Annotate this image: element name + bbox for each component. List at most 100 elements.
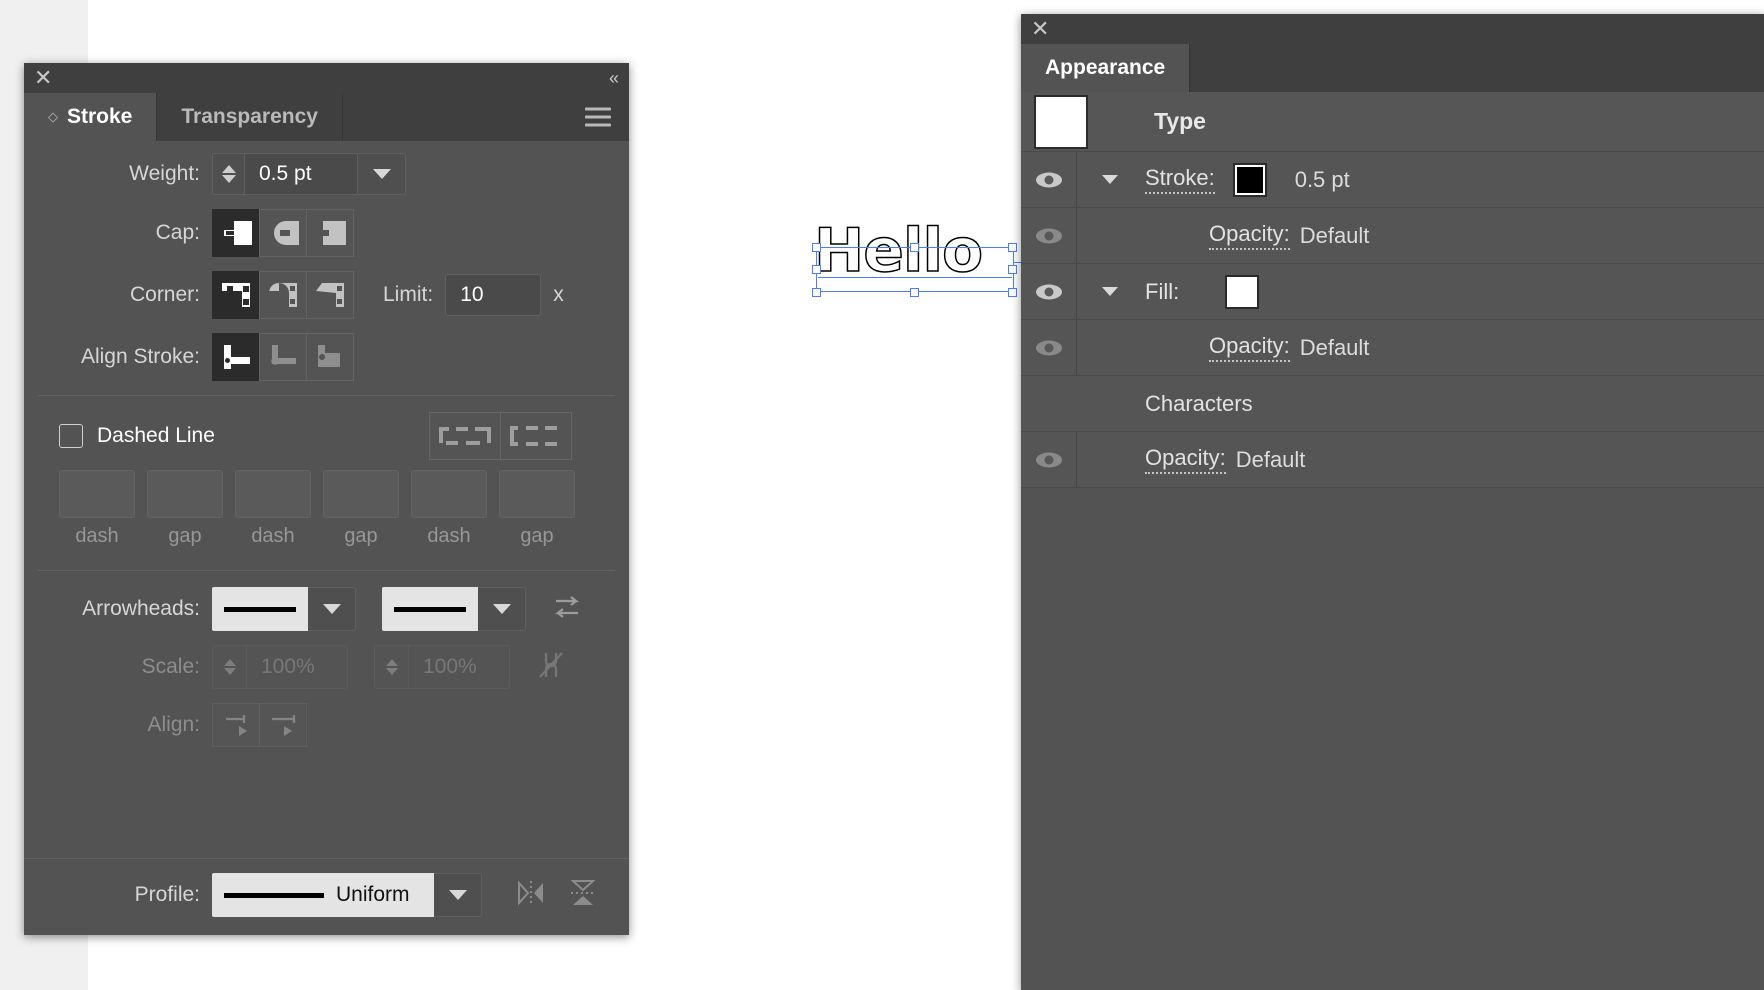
dash-field-3[interactable]: gap <box>323 470 399 548</box>
appearance-row-stroke[interactable]: Stroke: 0.5 pt <box>1021 152 1764 208</box>
fill-disclosure-toggle[interactable] <box>1091 287 1129 296</box>
stroke-visibility-toggle[interactable] <box>1021 152 1077 207</box>
profile-preview[interactable]: Uniform <box>212 873 434 917</box>
arrowhead-start-dropdown[interactable] <box>308 587 356 631</box>
scale-start-stepper[interactable]: 100% <box>212 645 348 689</box>
flip-across-icon[interactable] <box>516 878 546 913</box>
appearance-row-fill-opacity[interactable]: Opacity: Default <box>1021 320 1764 376</box>
fill-color-swatch[interactable] <box>1225 274 1260 309</box>
selection-handle-ml[interactable] <box>812 265 821 274</box>
butt-cap-icon[interactable] <box>212 209 260 257</box>
bevel-join-icon[interactable] <box>306 271 354 319</box>
close-icon[interactable]: ✕ <box>1031 18 1049 40</box>
object-opacity-label[interactable]: Opacity: <box>1145 445 1226 474</box>
extend-beyond-end-icon[interactable] <box>212 703 260 747</box>
selection-handle-br[interactable] <box>1008 288 1017 297</box>
appearance-target-row[interactable]: Type <box>1021 92 1764 152</box>
stroke-opacity-visibility-toggle[interactable] <box>1021 208 1077 263</box>
arrowhead-end-dropdown[interactable] <box>478 587 526 631</box>
projecting-cap-icon[interactable] <box>306 209 354 257</box>
dash-field-1[interactable]: gap <box>147 470 223 548</box>
appearance-row-stroke-opacity[interactable]: Opacity: Default <box>1021 208 1764 264</box>
scale-start-input[interactable]: 100% <box>246 645 348 689</box>
stroke-panel[interactable]: ✕ « ◇ Stroke Transparency Weight: 0.5 pt… <box>24 63 629 935</box>
arrowhead-end-preview[interactable] <box>382 587 478 631</box>
tab-transparency[interactable]: Transparency <box>157 93 343 141</box>
dash-input-3[interactable] <box>323 470 399 518</box>
fill-visibility-toggle[interactable] <box>1021 264 1077 319</box>
align-stroke-button-group[interactable] <box>212 333 354 381</box>
dash-input-5[interactable] <box>499 470 575 518</box>
close-icon[interactable]: ✕ <box>34 67 52 89</box>
place-at-end-icon[interactable] <box>259 703 307 747</box>
stroke-row-label[interactable]: Stroke: <box>1145 165 1215 194</box>
swap-arrowheads-icon[interactable] <box>552 592 582 627</box>
fill-row-label[interactable]: Fill: <box>1145 279 1179 305</box>
arrowhead-end-select[interactable] <box>382 587 526 631</box>
scale-end-stepper[interactable]: 100% <box>374 645 510 689</box>
stroke-color-swatch[interactable] <box>1232 162 1267 197</box>
fill-opacity-label[interactable]: Opacity: <box>1209 333 1290 362</box>
object-opacity-visibility-toggle[interactable] <box>1021 432 1077 487</box>
dash-input-4[interactable] <box>411 470 487 518</box>
spin-down-icon[interactable] <box>221 175 236 183</box>
cap-button-group[interactable] <box>212 209 354 257</box>
selection-handle-bc[interactable] <box>910 288 919 297</box>
fill-opacity-visibility-toggle[interactable] <box>1021 320 1077 375</box>
profile-dropdown[interactable] <box>434 873 482 917</box>
weight-spin-arrows[interactable] <box>213 154 245 194</box>
spin-up-icon[interactable] <box>221 165 236 173</box>
selection-handle-tr[interactable] <box>1008 243 1017 252</box>
characters-label[interactable]: Characters <box>1145 391 1253 417</box>
tab-stroke[interactable]: ◇ Stroke <box>24 93 158 141</box>
weight-stepper[interactable]: 0.5 pt <box>212 153 358 195</box>
align-outside-icon[interactable] <box>306 333 354 381</box>
dash-field-5[interactable]: gap <box>499 470 575 548</box>
corner-button-group[interactable] <box>212 271 354 319</box>
dash-field-0[interactable]: dash <box>59 470 135 548</box>
weight-dropdown-button[interactable] <box>358 153 406 195</box>
selection-handle-tl[interactable] <box>812 243 821 252</box>
miter-join-icon[interactable] <box>212 271 260 319</box>
round-cap-icon[interactable] <box>259 209 307 257</box>
stroke-weight-value[interactable]: 0.5 pt <box>1295 167 1350 193</box>
dash-adjust-icon[interactable] <box>500 412 572 460</box>
scale-start-arrows[interactable] <box>212 645 246 689</box>
selection-handle-tc[interactable] <box>910 243 919 252</box>
dash-input-2[interactable] <box>235 470 311 518</box>
object-opacity-value[interactable]: Default <box>1236 447 1306 473</box>
limit-input[interactable]: 10 <box>445 274 542 316</box>
profile-select[interactable]: Uniform <box>212 873 482 917</box>
dash-input-1[interactable] <box>147 470 223 518</box>
stroke-disclosure-toggle[interactable] <box>1091 175 1129 184</box>
appearance-panel[interactable]: ✕ Appearance Type Stroke: 0.5 pt Opacity… <box>1021 14 1764 990</box>
arrowhead-start-select[interactable] <box>212 587 356 631</box>
dash-field-4[interactable]: dash <box>411 470 487 548</box>
scale-end-arrows[interactable] <box>374 645 408 689</box>
link-broken-icon[interactable] <box>536 649 566 686</box>
dash-field-2[interactable]: dash <box>235 470 311 548</box>
appearance-row-object-opacity[interactable]: Opacity: Default <box>1021 432 1764 488</box>
hamburger-icon[interactable] <box>585 107 611 127</box>
appearance-row-fill[interactable]: Fill: <box>1021 264 1764 320</box>
align-center-icon[interactable] <box>212 333 260 381</box>
weight-input[interactable]: 0.5 pt <box>245 154 357 194</box>
scale-end-input[interactable]: 100% <box>408 645 510 689</box>
stroke-opacity-label[interactable]: Opacity: <box>1209 221 1290 250</box>
appearance-row-characters[interactable]: Characters <box>1021 376 1764 432</box>
round-join-icon[interactable] <box>259 271 307 319</box>
dash-input-0[interactable] <box>59 470 135 518</box>
flip-along-icon[interactable] <box>568 878 598 913</box>
dash-preset-group[interactable] <box>429 412 572 460</box>
dash-preserve-icon[interactable] <box>429 412 501 460</box>
stroke-opacity-value[interactable]: Default <box>1300 223 1370 249</box>
tab-appearance[interactable]: Appearance <box>1021 44 1191 92</box>
collapse-panel-icon[interactable]: « <box>609 69 619 87</box>
selection-handle-mr[interactable] <box>1008 265 1017 274</box>
align-inside-icon[interactable] <box>259 333 307 381</box>
align-arrowheads-group[interactable] <box>212 703 307 747</box>
dashed-line-control[interactable]: Dashed Line <box>24 424 215 448</box>
selection-handle-bl[interactable] <box>812 288 821 297</box>
fill-opacity-value[interactable]: Default <box>1300 335 1370 361</box>
dashed-line-checkbox[interactable] <box>59 424 83 448</box>
